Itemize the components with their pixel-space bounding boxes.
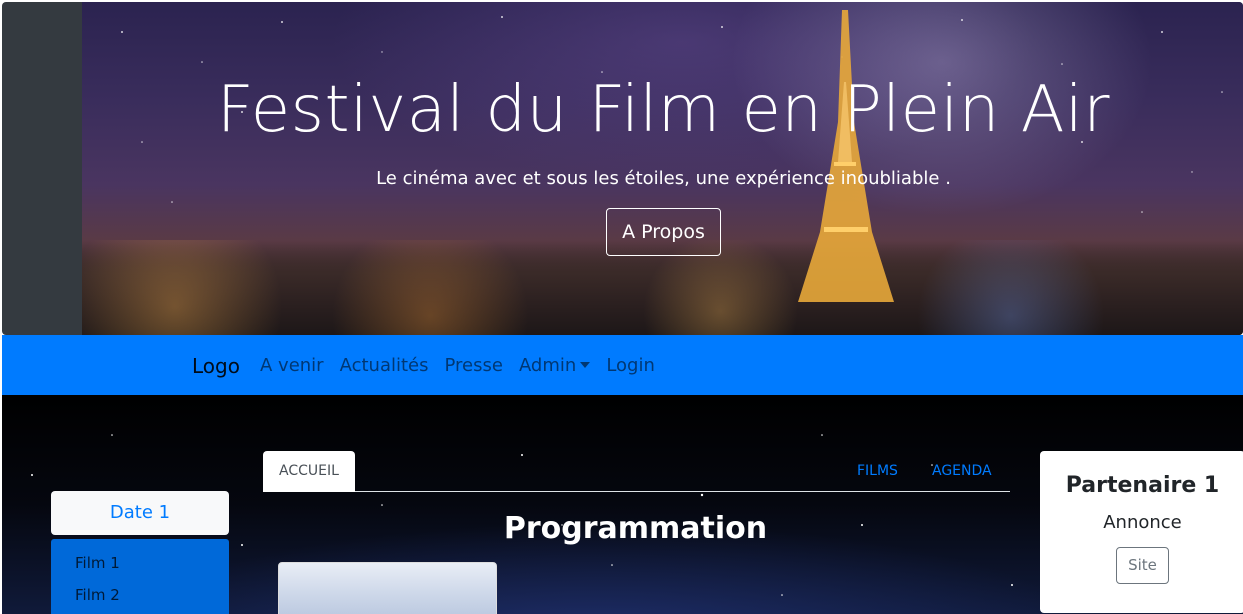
content-tabs: ACCUEIL FILMS AGENDA [263, 451, 1010, 492]
tab-accueil[interactable]: ACCUEIL [263, 451, 355, 492]
partner-announcement: Annonce [1103, 512, 1182, 533]
tab-agenda[interactable]: AGENDA [932, 463, 992, 479]
about-button[interactable]: A Propos [606, 208, 721, 256]
navbar: Logo A venir Actualités Presse Admin Log… [2, 335, 1243, 395]
main-section: Date 1 Film 1 Film 2 ACCUEIL FILMS AGEND… [2, 395, 1243, 614]
film-list-item[interactable]: Film 1 [51, 553, 229, 585]
film-list-item[interactable]: Film 2 [51, 585, 229, 614]
nav-dropdown-admin-label: Admin [518, 355, 577, 376]
nav-links: A venir Actualités Presse Admin Login [260, 355, 671, 376]
nav-dropdown-admin[interactable]: Admin [518, 355, 591, 376]
nav-link-presse[interactable]: Presse [444, 355, 502, 376]
tab-films[interactable]: FILMS [857, 463, 898, 479]
navbar-logo[interactable]: Logo [192, 354, 240, 378]
partner-site-button[interactable]: Site [1116, 547, 1169, 584]
programmation-title: Programmation [503, 511, 768, 546]
hero-title: Festival du Film en Plein Air [216, 73, 1111, 147]
hero-subtitle: Le cinéma avec et sous les étoiles, une … [376, 168, 951, 189]
partner-card: Partenaire 1 Annonce Site [1040, 451, 1243, 613]
nav-link-actualites[interactable]: Actualités [340, 355, 429, 376]
film-list: Film 1 Film 2 [51, 539, 229, 614]
nav-link-a-venir[interactable]: A venir [260, 355, 324, 376]
date-card[interactable]: Date 1 [51, 491, 229, 535]
caret-down-icon [580, 362, 591, 368]
hero-jumbotron: Festival du Film en Plein Air Le cinéma … [2, 2, 1243, 335]
nav-link-login[interactable]: Login [606, 355, 655, 376]
film-poster-image[interactable] [278, 562, 497, 614]
partner-title: Partenaire 1 [1065, 473, 1220, 498]
